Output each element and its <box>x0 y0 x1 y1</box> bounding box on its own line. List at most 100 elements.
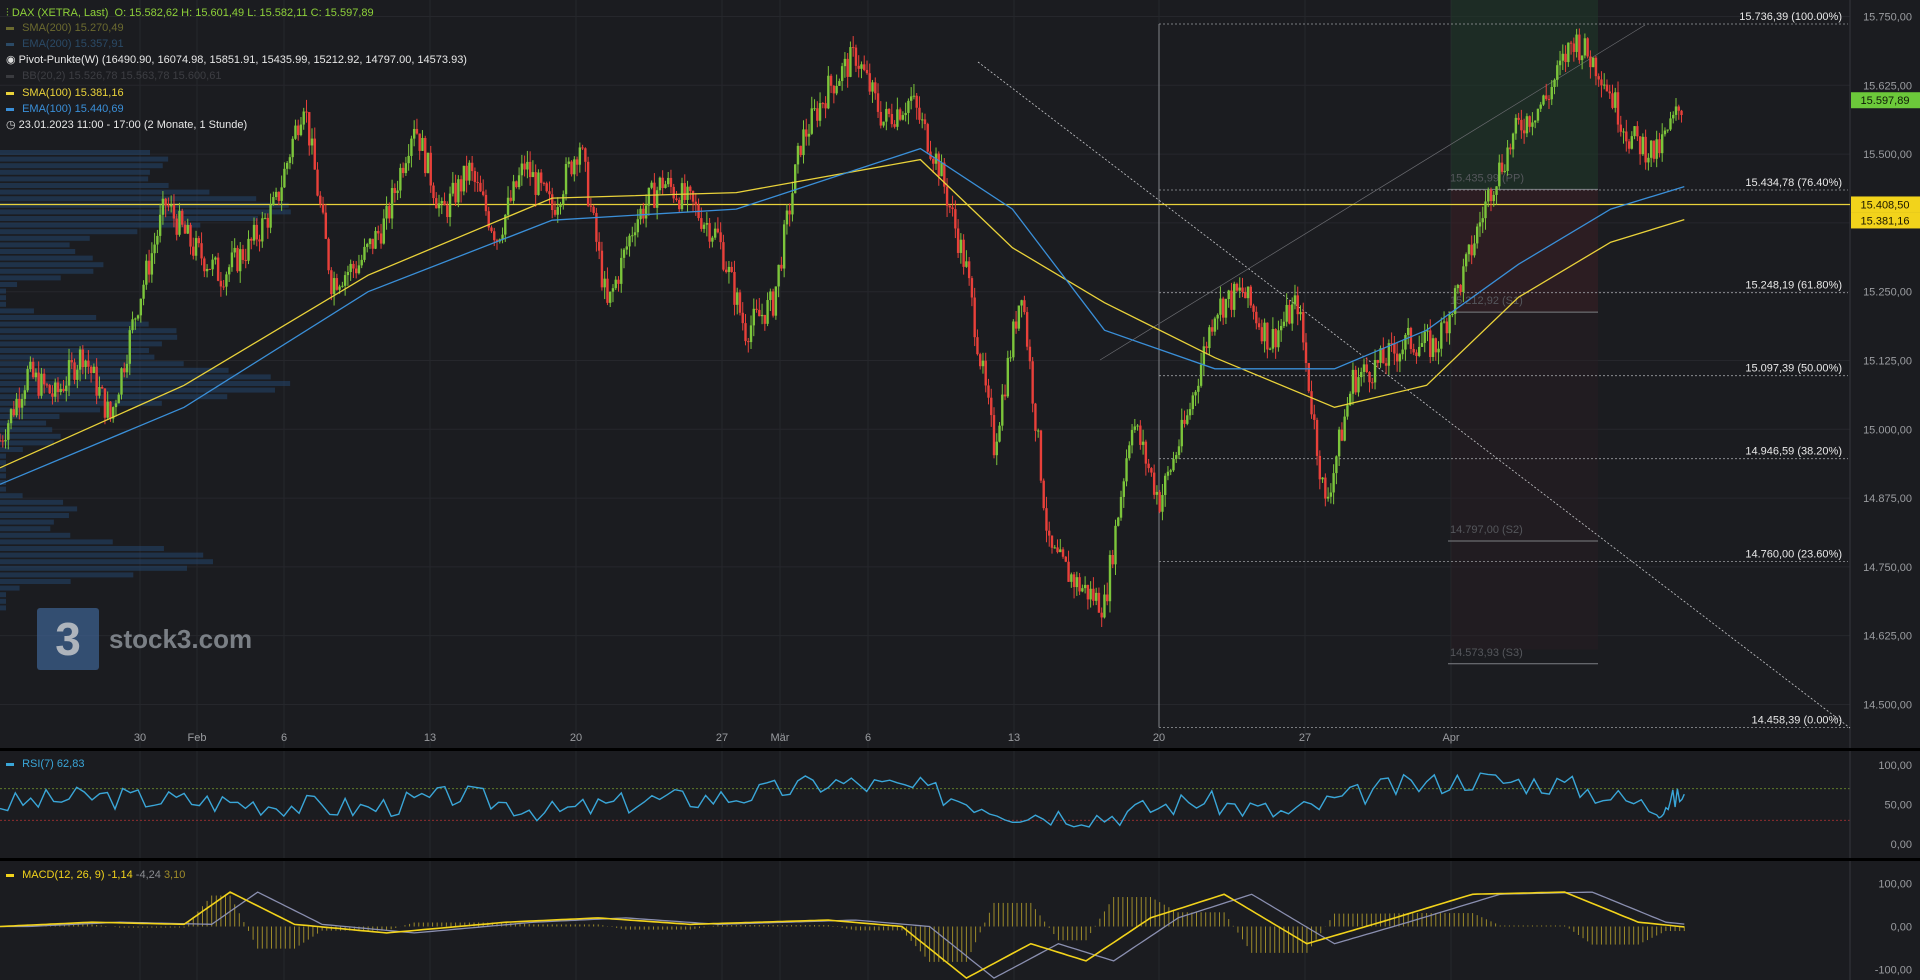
candle-body <box>1448 314 1451 334</box>
candle-body <box>863 64 866 70</box>
candle-body <box>363 246 366 260</box>
candle-body <box>297 125 300 136</box>
price-tick: 14.875,00 <box>1863 493 1912 505</box>
candle-body <box>780 264 783 269</box>
candle-body <box>755 308 758 310</box>
candle-body <box>40 373 43 396</box>
candle-body <box>1404 334 1407 350</box>
candle-body <box>818 103 822 121</box>
candle-body <box>150 253 154 275</box>
legend-range[interactable]: ◷ 23.01.2023 11:00 - 17:00 (2 Monate, 1 … <box>6 118 247 132</box>
candle-body <box>1536 108 1540 121</box>
candle-body <box>1354 369 1357 393</box>
candle-body <box>744 323 747 342</box>
candle-body <box>520 163 524 176</box>
profile-bar <box>0 288 6 294</box>
candle-body <box>766 300 769 324</box>
candle-body <box>139 298 143 316</box>
candle-body <box>1070 574 1073 582</box>
candle-body <box>738 292 742 313</box>
candle-body <box>749 325 753 343</box>
candle-body <box>451 182 455 194</box>
candle-body <box>1313 414 1316 420</box>
candle-body <box>1578 34 1581 61</box>
price-tick: 15.125,00 <box>1863 355 1912 367</box>
candle-body <box>26 369 29 391</box>
candle-body <box>1644 136 1647 163</box>
candle-body <box>1542 95 1545 105</box>
profile-bar <box>0 328 177 334</box>
candle-body <box>1224 299 1228 318</box>
candle-body <box>1583 38 1587 56</box>
candle-body <box>636 219 640 233</box>
bb-swatch <box>6 74 14 78</box>
candle-body <box>666 177 670 185</box>
legend-sma200[interactable]: SMA(200) 15.270,49 <box>6 21 124 35</box>
candle-body <box>145 260 148 285</box>
profile-bar <box>0 532 71 538</box>
fib-label: 15.736,39 (100.00%) <box>1739 11 1842 23</box>
candle-body <box>1324 477 1327 499</box>
candle-body <box>876 93 880 112</box>
profile-bar <box>0 420 47 426</box>
candle-body <box>642 208 645 219</box>
candle-body <box>205 268 209 272</box>
candle-body <box>338 286 341 290</box>
candle-body <box>1166 471 1170 476</box>
candle-body <box>1500 162 1504 172</box>
profile-bar <box>0 255 93 261</box>
candle-body <box>1172 458 1175 471</box>
ema200-label: EMA(200) <box>22 38 72 50</box>
macd-tick: 100,00 <box>1878 879 1912 891</box>
profile-bar <box>0 592 6 598</box>
legend-ema100[interactable]: EMA(100) 15.440,69 <box>6 102 124 116</box>
candle-body <box>1663 130 1667 135</box>
candle-body <box>1340 429 1344 441</box>
candle-body <box>410 138 413 156</box>
legend-bb[interactable]: BB(20,2) 15.526,78 15.563,78 15.600,61 <box>6 69 221 83</box>
candle-body <box>481 191 485 195</box>
candle-body <box>965 261 968 267</box>
candle-body <box>4 439 7 442</box>
sma100-label: SMA(100) <box>22 87 72 99</box>
price-tick: 15.625,00 <box>1863 80 1912 92</box>
legend-macd[interactable]: MACD(12, 26, 9) -1,14 -4,24 3,10 <box>6 868 185 882</box>
legend-ema200[interactable]: EMA(200) 15.357,91 <box>6 37 124 51</box>
candle-body <box>854 47 858 66</box>
candle-body <box>868 73 871 92</box>
candle-body <box>887 108 891 114</box>
legend-pivot[interactable]: ◉ Pivot-Punkte(W) (16490.90, 16074.98, 1… <box>6 53 467 67</box>
profile-bar <box>0 559 213 565</box>
profile-bar <box>0 222 201 228</box>
candle-body <box>1605 84 1609 92</box>
candle-body <box>1498 162 1501 187</box>
chart-canvas[interactable]: 15.736,39 (100.00%) 15.434,78 (76.40%) 15.… <box>0 0 1920 980</box>
candle-body <box>158 214 162 236</box>
candle-body <box>1227 290 1230 300</box>
candle-body <box>1053 547 1056 549</box>
candle-body <box>843 58 847 67</box>
legend-rsi[interactable]: RSI(7) 62,83 <box>6 757 84 771</box>
candle-body <box>802 129 805 156</box>
candle-body <box>1600 79 1603 86</box>
candle-body <box>1647 157 1650 163</box>
legend-sma100[interactable]: SMA(100) 15.381,16 <box>6 86 124 100</box>
candle-body <box>1279 325 1283 331</box>
candle-body <box>611 288 615 292</box>
candle-body <box>1081 588 1084 592</box>
candle-body <box>1462 266 1465 293</box>
candle-body <box>390 188 394 219</box>
candle-body <box>995 441 998 456</box>
pivot-label: Pivot-Punkte(W) <box>18 54 99 66</box>
candle-body <box>1128 445 1131 459</box>
last-price-label: 15.597,89 <box>1861 95 1910 107</box>
candle-body <box>1611 93 1614 108</box>
candle-body <box>1125 458 1128 482</box>
pivot-label: 14.573,93 (S3) <box>1450 647 1523 659</box>
candle-body <box>1666 129 1669 131</box>
candle-body <box>371 238 374 249</box>
candle-body <box>1092 588 1095 601</box>
candle-body <box>1451 314 1454 316</box>
date-label: Feb <box>188 732 207 744</box>
candle-body <box>1001 394 1004 426</box>
